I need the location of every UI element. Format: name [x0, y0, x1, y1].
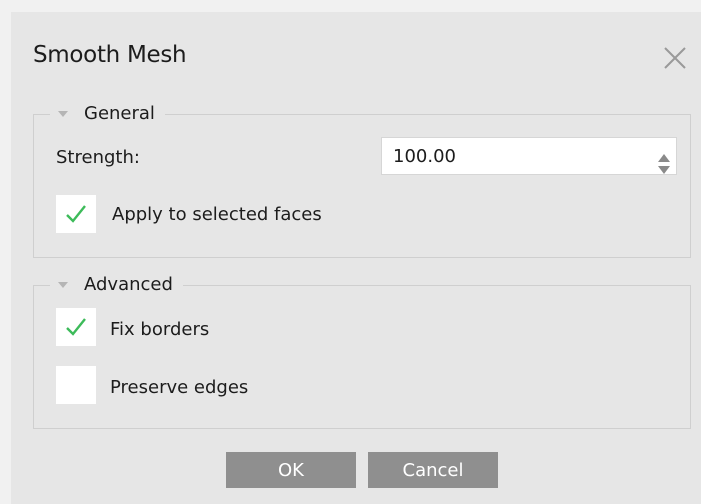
strength-input[interactable]	[382, 138, 642, 174]
collapse-triangle-icon	[58, 281, 68, 288]
preserve-edges-checkbox[interactable]	[56, 366, 96, 404]
ok-button[interactable]: OK	[226, 452, 356, 488]
advanced-group-header[interactable]: Advanced	[50, 274, 183, 295]
fix-borders-checkbox[interactable]	[56, 308, 96, 346]
spin-down-arrow-icon[interactable]	[658, 159, 670, 174]
collapse-triangle-icon	[58, 110, 68, 117]
close-icon[interactable]	[660, 43, 690, 73]
apply-selected-label: Apply to selected faces	[112, 204, 322, 225]
apply-selected-checkbox[interactable]	[56, 195, 96, 233]
dialog-title: Smooth Mesh	[33, 42, 187, 68]
strength-label: Strength:	[56, 147, 140, 168]
cancel-button[interactable]: Cancel	[368, 452, 498, 488]
general-group-title: General	[84, 103, 155, 124]
spin-up-arrow-icon[interactable]	[658, 147, 670, 162]
preserve-edges-label: Preserve edges	[110, 377, 249, 398]
general-group: General Strength: Apply to selected face…	[33, 103, 691, 258]
smooth-mesh-dialog: Smooth Mesh General Strength: Ap	[11, 12, 701, 504]
general-group-header[interactable]: General	[50, 103, 165, 124]
advanced-group-title: Advanced	[84, 274, 173, 295]
fix-borders-label: Fix borders	[110, 319, 210, 340]
checkmark-icon	[66, 318, 86, 336]
checkmark-icon	[66, 205, 86, 223]
advanced-group: Advanced Fix borders Preserve edges	[33, 274, 691, 429]
strength-spinbox	[381, 137, 677, 175]
